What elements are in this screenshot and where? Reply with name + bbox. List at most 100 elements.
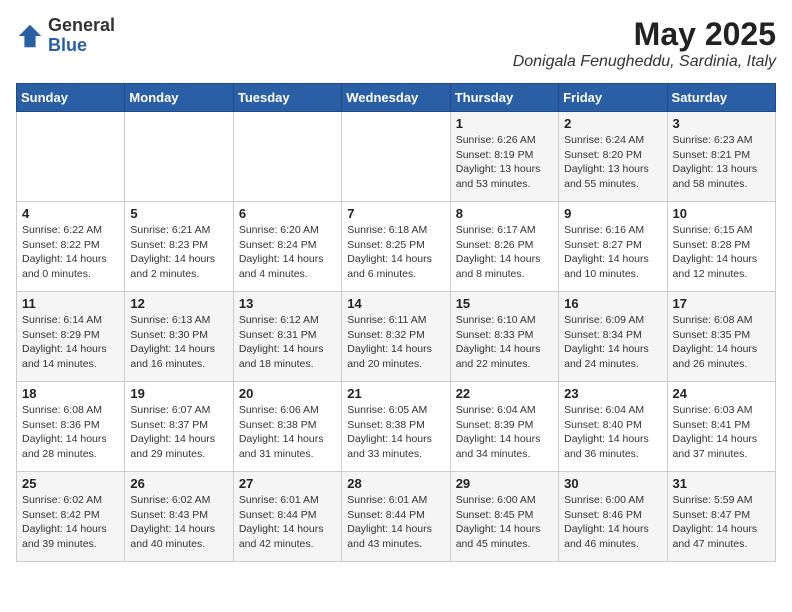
day-info: Sunrise: 6:15 AM Sunset: 8:28 PM Dayligh…	[673, 223, 770, 282]
day-cell: 17 Sunrise: 6:08 AM Sunset: 8:35 PM Dayli…	[667, 292, 775, 382]
day-cell: 31 Sunrise: 5:59 AM Sunset: 8:47 PM Dayli…	[667, 472, 775, 562]
day-number: 23	[564, 386, 661, 401]
day-cell: 10 Sunrise: 6:15 AM Sunset: 8:28 PM Dayli…	[667, 202, 775, 292]
day-number: 29	[456, 476, 553, 491]
week-row-3: 11Sunrise: 6:14 AM Sunset: 8:29 PM Dayli…	[17, 292, 776, 382]
day-number: 22	[456, 386, 553, 401]
title-block: May 2025 Donigala Fenugheddu, Sardinia, …	[513, 16, 776, 71]
day-number: 2	[564, 116, 661, 131]
day-number: 8	[456, 206, 553, 221]
day-number: 4	[22, 206, 119, 221]
day-cell: 15 Sunrise: 6:10 AM Sunset: 8:33 PM Dayli…	[450, 292, 558, 382]
header-tuesday: Tuesday	[233, 84, 341, 112]
day-cell: 11Sunrise: 6:14 AM Sunset: 8:29 PM Dayli…	[17, 292, 125, 382]
day-number: 6	[239, 206, 336, 221]
day-cell: 2 Sunrise: 6:24 AM Sunset: 8:20 PM Daylig…	[559, 112, 667, 202]
logo-general: General	[48, 16, 115, 36]
day-number: 5	[130, 206, 227, 221]
day-info: Sunrise: 5:59 AM Sunset: 8:47 PM Dayligh…	[673, 493, 770, 552]
day-number: 24	[673, 386, 770, 401]
day-cell: 9 Sunrise: 6:16 AM Sunset: 8:27 PM Daylig…	[559, 202, 667, 292]
day-cell	[342, 112, 450, 202]
day-number: 27	[239, 476, 336, 491]
day-cell: 12Sunrise: 6:13 AM Sunset: 8:30 PM Dayli…	[125, 292, 233, 382]
day-cell: 28Sunrise: 6:01 AM Sunset: 8:44 PM Dayli…	[342, 472, 450, 562]
day-cell: 24Sunrise: 6:03 AM Sunset: 8:41 PM Dayli…	[667, 382, 775, 472]
day-cell	[17, 112, 125, 202]
day-info: Sunrise: 6:10 AM Sunset: 8:33 PM Dayligh…	[456, 313, 553, 372]
logo-text: General Blue	[48, 16, 115, 56]
day-info: Sunrise: 6:04 AM Sunset: 8:39 PM Dayligh…	[456, 403, 553, 462]
day-cell	[125, 112, 233, 202]
day-info: Sunrise: 6:14 AM Sunset: 8:29 PM Dayligh…	[22, 313, 119, 372]
day-info: Sunrise: 6:04 AM Sunset: 8:40 PM Dayligh…	[564, 403, 661, 462]
calendar-header: SundayMondayTuesdayWednesdayThursdayFrid…	[17, 84, 776, 112]
day-number: 19	[130, 386, 227, 401]
day-info: Sunrise: 6:23 AM Sunset: 8:21 PM Dayligh…	[673, 133, 770, 192]
day-cell: 26Sunrise: 6:02 AM Sunset: 8:43 PM Dayli…	[125, 472, 233, 562]
day-number: 17	[673, 296, 770, 311]
day-info: Sunrise: 6:21 AM Sunset: 8:23 PM Dayligh…	[130, 223, 227, 282]
header-friday: Friday	[559, 84, 667, 112]
day-cell: 6 Sunrise: 6:20 AM Sunset: 8:24 PM Daylig…	[233, 202, 341, 292]
header-sunday: Sunday	[17, 84, 125, 112]
day-cell: 30 Sunrise: 6:00 AM Sunset: 8:46 PM Dayli…	[559, 472, 667, 562]
week-row-1: 1Sunrise: 6:26 AM Sunset: 8:19 PM Daylig…	[17, 112, 776, 202]
day-number: 7	[347, 206, 444, 221]
week-row-4: 18Sunrise: 6:08 AM Sunset: 8:36 PM Dayli…	[17, 382, 776, 472]
day-number: 16	[564, 296, 661, 311]
logo-icon	[16, 22, 44, 50]
day-cell	[233, 112, 341, 202]
day-number: 9	[564, 206, 661, 221]
day-cell: 29Sunrise: 6:00 AM Sunset: 8:45 PM Dayli…	[450, 472, 558, 562]
day-cell: 22 Sunrise: 6:04 AM Sunset: 8:39 PM Dayli…	[450, 382, 558, 472]
day-info: Sunrise: 6:07 AM Sunset: 8:37 PM Dayligh…	[130, 403, 227, 462]
day-info: Sunrise: 6:16 AM Sunset: 8:27 PM Dayligh…	[564, 223, 661, 282]
day-number: 3	[673, 116, 770, 131]
day-number: 31	[673, 476, 770, 491]
day-cell: 21Sunrise: 6:05 AM Sunset: 8:38 PM Dayli…	[342, 382, 450, 472]
day-info: Sunrise: 6:01 AM Sunset: 8:44 PM Dayligh…	[239, 493, 336, 552]
day-cell: 18Sunrise: 6:08 AM Sunset: 8:36 PM Dayli…	[17, 382, 125, 472]
header-thursday: Thursday	[450, 84, 558, 112]
day-number: 30	[564, 476, 661, 491]
day-info: Sunrise: 6:08 AM Sunset: 8:36 PM Dayligh…	[22, 403, 119, 462]
logo-blue: Blue	[48, 36, 115, 56]
logo: General Blue	[16, 16, 115, 56]
day-number: 25	[22, 476, 119, 491]
day-number: 26	[130, 476, 227, 491]
day-cell: 1Sunrise: 6:26 AM Sunset: 8:19 PM Daylig…	[450, 112, 558, 202]
day-cell: 14Sunrise: 6:11 AM Sunset: 8:32 PM Dayli…	[342, 292, 450, 382]
day-info: Sunrise: 6:08 AM Sunset: 8:35 PM Dayligh…	[673, 313, 770, 372]
calendar-table: SundayMondayTuesdayWednesdayThursdayFrid…	[16, 83, 776, 562]
day-cell: 16 Sunrise: 6:09 AM Sunset: 8:34 PM Dayli…	[559, 292, 667, 382]
day-number: 14	[347, 296, 444, 311]
location: Donigala Fenugheddu, Sardinia, Italy	[513, 53, 776, 71]
day-info: Sunrise: 6:06 AM Sunset: 8:38 PM Dayligh…	[239, 403, 336, 462]
day-number: 15	[456, 296, 553, 311]
header-wednesday: Wednesday	[342, 84, 450, 112]
day-cell: 25 Sunrise: 6:02 AM Sunset: 8:42 PM Dayli…	[17, 472, 125, 562]
day-info: Sunrise: 6:26 AM Sunset: 8:19 PM Dayligh…	[456, 133, 553, 192]
day-info: Sunrise: 6:02 AM Sunset: 8:42 PM Dayligh…	[22, 493, 119, 552]
day-number: 21	[347, 386, 444, 401]
header-row: SundayMondayTuesdayWednesdayThursdayFrid…	[17, 84, 776, 112]
day-info: Sunrise: 6:13 AM Sunset: 8:30 PM Dayligh…	[130, 313, 227, 372]
page-header: General Blue May 2025 Donigala Fenughedd…	[16, 16, 776, 71]
day-info: Sunrise: 6:01 AM Sunset: 8:44 PM Dayligh…	[347, 493, 444, 552]
header-monday: Monday	[125, 84, 233, 112]
day-cell: 3 Sunrise: 6:23 AM Sunset: 8:21 PM Daylig…	[667, 112, 775, 202]
day-number: 20	[239, 386, 336, 401]
calendar-body: 1Sunrise: 6:26 AM Sunset: 8:19 PM Daylig…	[17, 112, 776, 562]
day-info: Sunrise: 6:24 AM Sunset: 8:20 PM Dayligh…	[564, 133, 661, 192]
day-info: Sunrise: 6:20 AM Sunset: 8:24 PM Dayligh…	[239, 223, 336, 282]
day-info: Sunrise: 6:17 AM Sunset: 8:26 PM Dayligh…	[456, 223, 553, 282]
day-number: 10	[673, 206, 770, 221]
day-cell: 7Sunrise: 6:18 AM Sunset: 8:25 PM Daylig…	[342, 202, 450, 292]
day-cell: 23 Sunrise: 6:04 AM Sunset: 8:40 PM Dayli…	[559, 382, 667, 472]
day-cell: 20 Sunrise: 6:06 AM Sunset: 8:38 PM Dayli…	[233, 382, 341, 472]
header-saturday: Saturday	[667, 84, 775, 112]
day-info: Sunrise: 6:00 AM Sunset: 8:46 PM Dayligh…	[564, 493, 661, 552]
day-cell: 5 Sunrise: 6:21 AM Sunset: 8:23 PM Daylig…	[125, 202, 233, 292]
day-info: Sunrise: 6:09 AM Sunset: 8:34 PM Dayligh…	[564, 313, 661, 372]
